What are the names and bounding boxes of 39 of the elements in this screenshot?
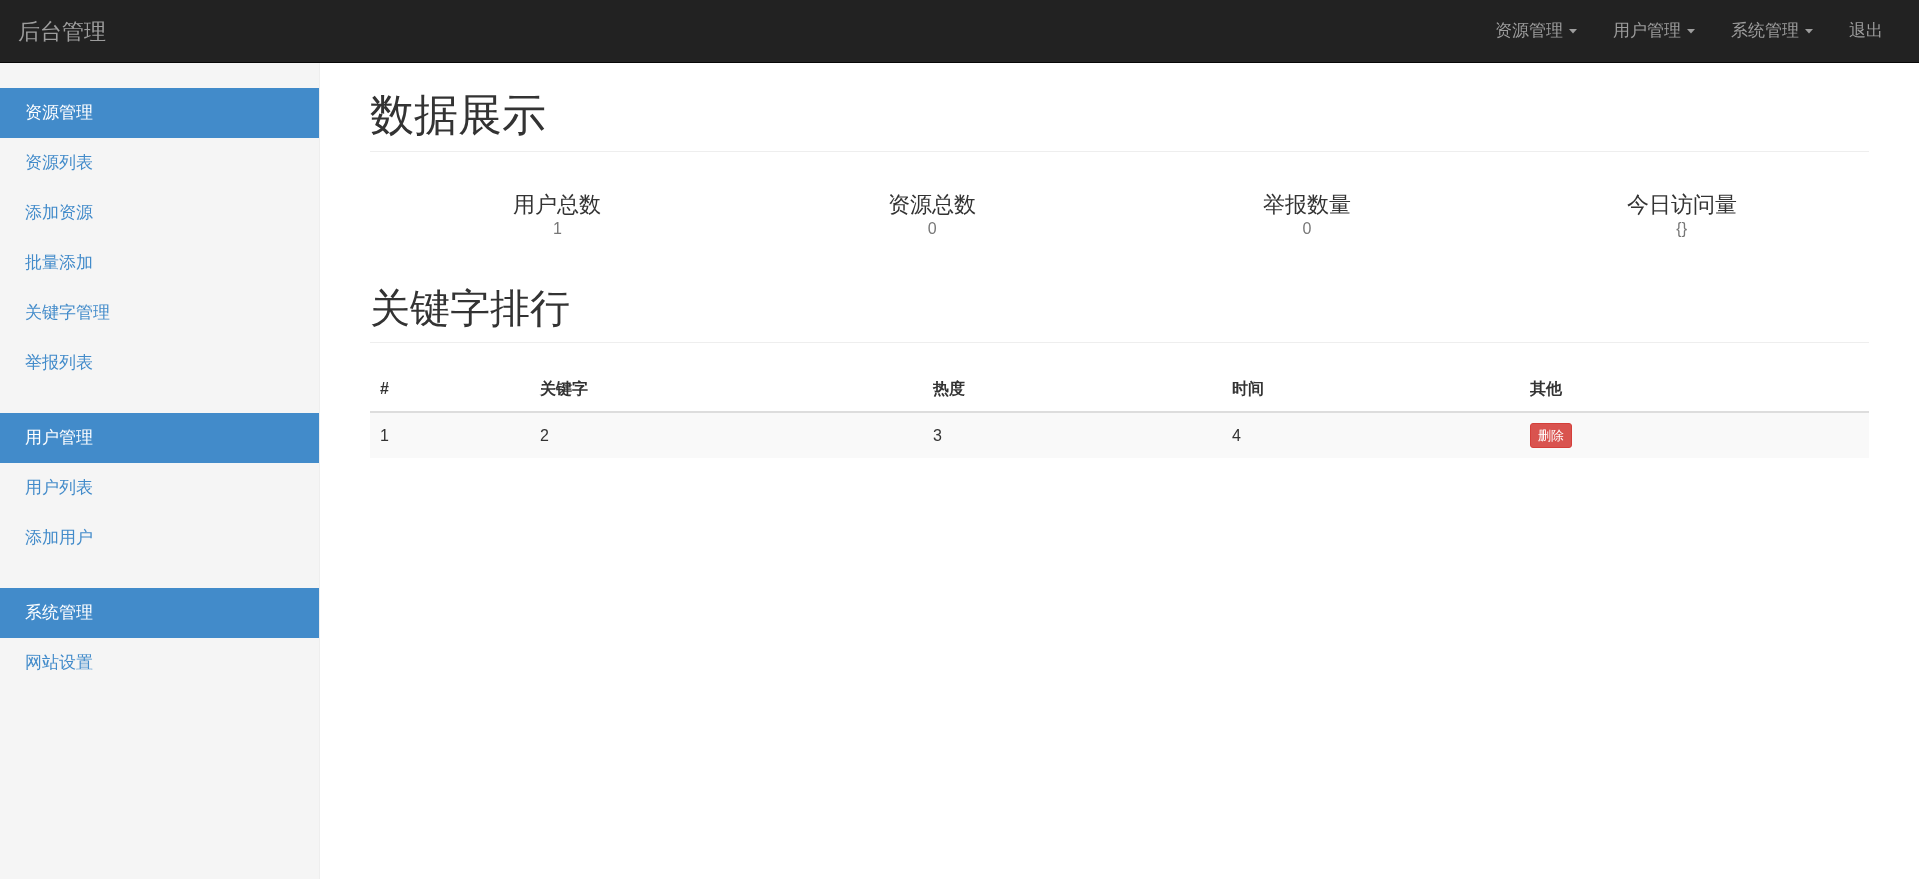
nav-menu-link[interactable]: 退出 (1831, 0, 1901, 62)
stat-label: 资源总数 (888, 192, 977, 219)
sidebar-item[interactable]: 网站设置 (0, 638, 319, 688)
sidebar-item[interactable]: 添加用户 (0, 513, 319, 563)
sidebar-item[interactable]: 举报列表 (0, 338, 319, 388)
nav-menu-link[interactable]: 资源管理 (1477, 0, 1595, 62)
caret-icon (1805, 28, 1813, 34)
caret-icon (1687, 28, 1695, 34)
delete-button[interactable]: 删除 (1530, 422, 1572, 449)
section-title: 关键字排行 (370, 285, 571, 330)
sidebar-item[interactable]: 批量添加 (0, 238, 319, 288)
brand-link[interactable]: 后台管理 (18, 14, 106, 48)
table-cell: 1 (370, 411, 530, 459)
table-cell: 3 (923, 411, 1222, 459)
column-header: # (370, 366, 530, 412)
caret-icon (1569, 28, 1577, 34)
table-cell: 2 (530, 411, 923, 459)
sidebar-group-header[interactable]: 资源管理 (0, 88, 319, 138)
stat-label: 举报数量 (1262, 192, 1351, 219)
nav-menu-link[interactable]: 用户管理 (1595, 0, 1713, 62)
sidebar-group-header[interactable]: 系统管理 (0, 588, 319, 638)
stat-value: 0 (927, 218, 937, 238)
stat-value: 1 (552, 218, 562, 238)
column-header: 其他 (1520, 366, 1869, 412)
sidebar-group-header[interactable]: 用户管理 (0, 413, 319, 463)
sidebar-item[interactable]: 资源列表 (0, 138, 319, 188)
stat-value: {} (1676, 218, 1687, 238)
sidebar-item[interactable]: 用户列表 (0, 463, 319, 513)
column-header: 关键字 (530, 366, 923, 412)
column-header: 热度 (923, 366, 1222, 412)
column-header: 时间 (1222, 366, 1520, 412)
table-cell: 4 (1222, 411, 1520, 459)
sidebar-item[interactable]: 添加资源 (0, 188, 319, 238)
stat-label: 用户总数 (513, 192, 602, 219)
sidebar-item[interactable]: 关键字管理 (0, 288, 319, 338)
stat-label: 今日访问量 (1626, 192, 1737, 219)
stat-value: 0 (1302, 218, 1312, 238)
page-title: 数据展示 (370, 91, 547, 140)
nav-menu-link[interactable]: 系统管理 (1713, 0, 1831, 62)
